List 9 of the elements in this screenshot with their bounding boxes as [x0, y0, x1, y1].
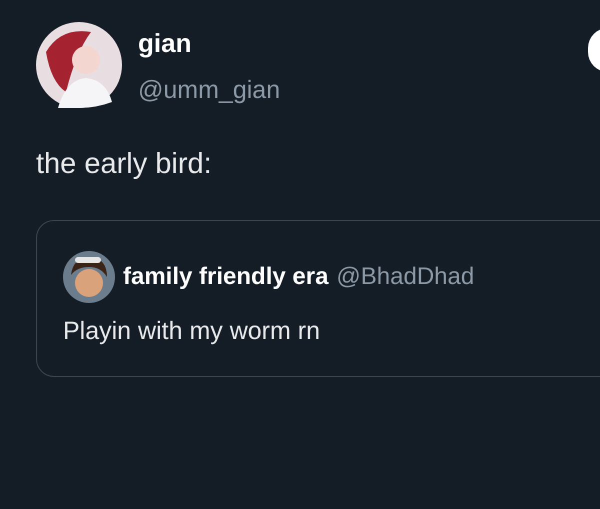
quoted-post-text: Playin with my worm rn [63, 316, 321, 347]
avatar[interactable] [63, 251, 115, 303]
avatar[interactable] [36, 22, 122, 108]
author-handle[interactable]: @umm_gian [138, 74, 280, 106]
quote-card[interactable]: family friendly era @BhadDhad Playin with my worm rn [36, 220, 600, 377]
quoted-author-handle[interactable]: @BhadDhad [336, 259, 474, 295]
author-name[interactable]: gian [138, 26, 280, 60]
quoted-author-name[interactable]: family friendly era [123, 259, 328, 295]
post-text: the early bird: [36, 147, 213, 182]
